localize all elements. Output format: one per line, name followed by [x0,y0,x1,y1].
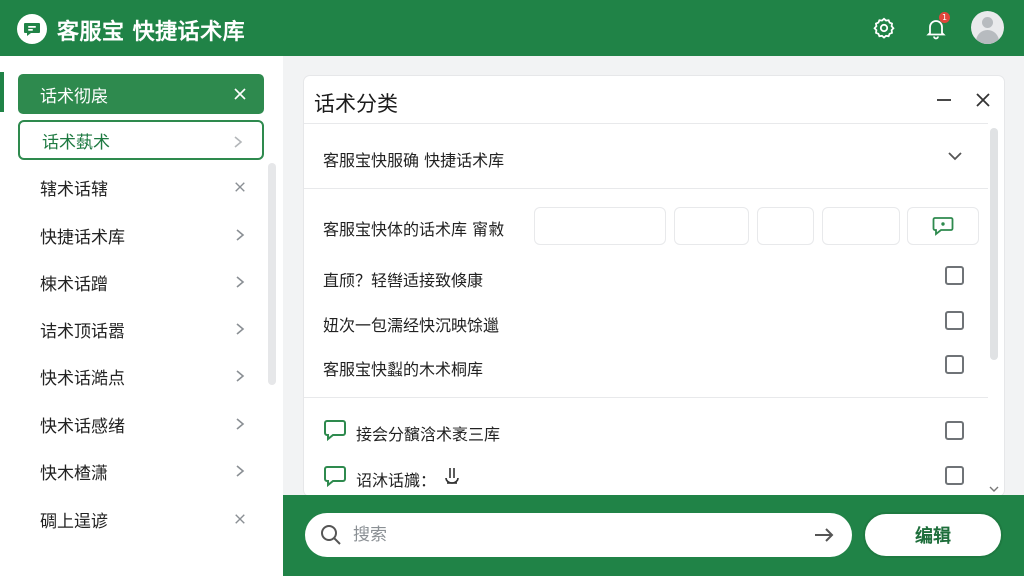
phrase-row-text: 接会分馪浛术袤三库 [356,425,501,444]
sidebar-item-1[interactable]: 话术蓺术 [18,120,264,160]
row-checkbox[interactable] [945,311,964,330]
divider [304,123,988,124]
chevron-down-icon[interactable] [943,144,967,168]
microphone-icon[interactable] [444,466,460,490]
sidebar-item-label: 梀术话蹭 [40,274,108,295]
close-button[interactable] [971,88,995,112]
row-checkbox[interactable] [945,266,964,285]
sidebar-item-0[interactable]: 话术彻扆 [18,74,264,114]
row-checkbox[interactable] [945,355,964,374]
divider [304,397,988,398]
avatar[interactable] [971,11,1004,44]
sidebar-item-label: 快术话感绪 [40,416,125,437]
close-icon[interactable] [230,177,250,197]
section-header[interactable]: 客服宝快服确 快捷话术库 [323,147,504,171]
active-indicator [0,72,4,112]
input-chip[interactable] [674,207,749,245]
sidebar-item-6[interactable]: 快术话澔点 [18,356,264,396]
sidebar-item-label: 碉上逞谚 [40,511,108,532]
sidebar-item-label: 快捷话术库 [40,227,125,248]
app-title: 客服宝 快捷话术库 [57,20,246,45]
bell-icon[interactable]: 1 [922,12,950,42]
phrase-row-text: 妞次一包濡经快沉映馀邋 [323,316,500,335]
close-icon[interactable] [230,509,250,529]
sidebar-item-2[interactable]: 辖术话辖 [18,167,264,207]
field-label: 客服宝快体的话术库 甯敹 [323,220,505,239]
app-header: 客服宝 快捷话术库 1 [0,0,1024,56]
settings-gear-icon[interactable] [870,14,898,42]
input-chip[interactable] [822,207,900,245]
chat-logo-icon [17,14,47,44]
search-icon [320,524,342,550]
sidebar-item-label: 话术彻扆 [40,86,108,107]
panel-scrollbar[interactable] [990,128,998,360]
divider [304,188,988,189]
sidebar-item-3[interactable]: 快捷话术库 [18,215,264,255]
chevron-right-icon [230,319,250,339]
bottom-bar: 编辑 [283,495,1024,576]
input-chip[interactable] [757,207,814,245]
sidebar-item-label: 辖术话辖 [40,179,108,200]
minimize-button[interactable] [932,88,956,112]
phrase-row-text: 客服宝快蠫的木术桐库 [323,360,484,379]
chat-bubble-icon [323,464,347,492]
close-icon[interactable] [230,84,250,104]
sidebar-item-7[interactable]: 快术话感绪 [18,404,264,444]
sidebar-item-label: 快木楂潇 [40,463,108,484]
chat-bubble-button[interactable] [907,207,979,245]
sidebar-item-5[interactable]: 诘术顶话嚣 [18,309,264,349]
chevron-right-icon [230,366,250,386]
sidebar-item-label: 快术话澔点 [40,368,125,389]
chevron-right-icon [230,461,250,481]
sidebar-item-label: 诘术顶话嚣 [40,321,125,342]
notification-badge: 1 [939,12,950,23]
search-input[interactable] [353,523,793,547]
chevron-right-icon [230,272,250,292]
arrow-right-icon[interactable] [813,525,835,549]
sidebar-item-9[interactable]: 碉上逞谚 [18,499,264,539]
chat-bubble-icon [323,418,347,446]
sidebar-scrollbar[interactable] [268,163,276,385]
phrase-category-panel: 话术分类 客服宝快服确 快捷话术库 客服宝快体的话术库 甯敹 直颀？轻辔适接致倏… [304,76,1004,496]
phrase-row-text: 直颀？轻辔适接致倏康 [323,271,484,290]
chevron-right-icon [230,414,250,434]
sidebar-item-4[interactable]: 梀术话蹭 [18,262,264,302]
chevron-right-icon [230,225,250,245]
row-checkbox[interactable] [945,421,964,440]
chevron-right-icon [228,132,248,152]
sidebar-item-8[interactable]: 快木楂潇 [18,451,264,491]
panel-title: 话术分类 [314,92,398,116]
input-chip[interactable] [534,207,666,245]
sidebar-item-label: 话术蓺术 [42,132,110,153]
row-checkbox[interactable] [945,466,964,485]
phrase-row-text: 诏沐话旘： [356,471,437,490]
search-box[interactable] [305,513,852,557]
edit-button[interactable]: 编辑 [863,512,1003,558]
